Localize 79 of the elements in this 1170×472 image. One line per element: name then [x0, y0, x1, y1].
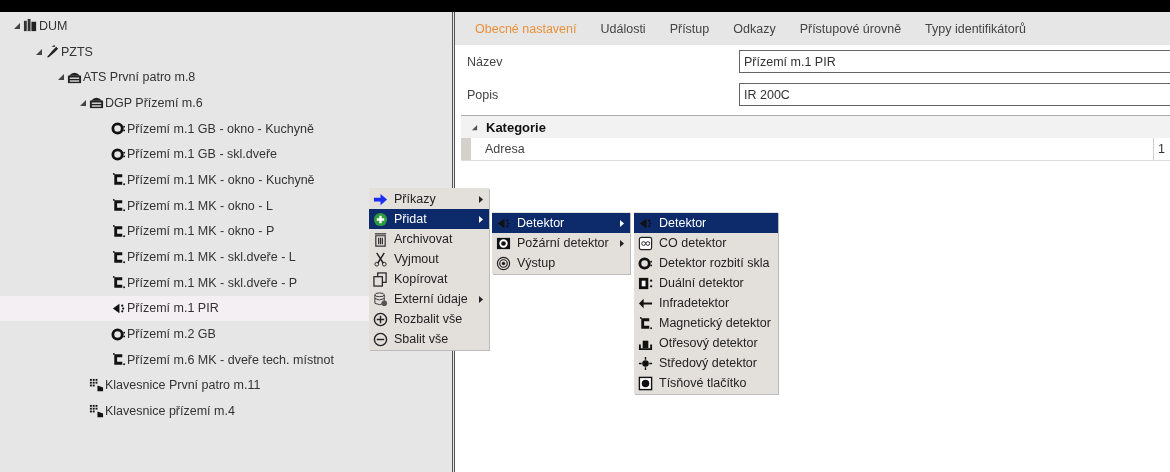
expand-triangle-icon[interactable] [13, 21, 21, 30]
keypad-icon [89, 403, 104, 419]
building-icon [23, 18, 38, 34]
glass-break-icon [111, 146, 126, 162]
dual-detector-icon [638, 275, 653, 291]
plug-icon [45, 44, 60, 60]
field-label: Popis [466, 87, 500, 102]
copy-icon [373, 271, 388, 287]
panic-button-icon [638, 375, 653, 391]
glass-break-icon [111, 121, 126, 137]
menu-item[interactable]: Duální detektor [634, 273, 778, 293]
magnet-icon [111, 249, 126, 265]
tab[interactable]: Události [600, 21, 646, 36]
tree-item[interactable]: DGP Přízemí m.6 [0, 90, 452, 116]
menu-item[interactable]: Požární detektor [492, 233, 630, 253]
menu-item[interactable]: Výstup [492, 253, 630, 273]
scissors-icon [373, 251, 388, 267]
glass-break-icon [638, 255, 653, 271]
tab[interactable]: Typy identifikátorů [925, 21, 1026, 36]
menu-item[interactable]: Přidat [369, 209, 489, 229]
property-value: 1 [1153, 138, 1170, 160]
magnet-icon [638, 315, 653, 331]
submenu-arrow-icon [478, 195, 483, 203]
panel-icon [89, 95, 104, 111]
menu-item[interactable]: Detektor [492, 213, 630, 233]
menu-item[interactable]: Otřesový detektor [634, 333, 778, 353]
field-label: Název [466, 54, 504, 69]
expand-triangle-icon[interactable] [57, 73, 65, 82]
menu-item[interactable]: Detektor [634, 213, 778, 233]
tree-item[interactable]: Klavesnice přízemí m.4 [0, 398, 452, 424]
magnet-icon [111, 275, 126, 291]
tree-item[interactable]: Přízemí m.1 GB - okno - Kuchyně [0, 115, 452, 142]
tab[interactable]: Přístupové úrovně [799, 21, 902, 36]
submenu-arrow-icon [619, 239, 624, 247]
tree-item[interactable]: DUM [0, 13, 452, 39]
plus-icon [373, 211, 388, 227]
ring-detector-icon [496, 235, 511, 251]
menu-item[interactable]: Detektor rozbití skla [634, 253, 778, 273]
submenu-arrow-icon [478, 295, 483, 303]
property-label: Adresa [484, 142, 526, 156]
category-header[interactable]: Kategorie [461, 116, 1170, 138]
target-icon [496, 255, 511, 271]
plus-circle-icon [373, 311, 388, 327]
trash-icon [373, 231, 388, 247]
menu-item[interactable]: Magnetický detektor [634, 313, 778, 333]
center-detector-icon [638, 355, 653, 371]
menu-item[interactable]: Archivovat [369, 229, 489, 249]
submenu-arrow-icon [478, 215, 483, 223]
co-sensor-icon [638, 235, 653, 251]
tab[interactable]: Přístup [669, 21, 710, 36]
menu-item[interactable]: Sbalit vše [369, 329, 489, 349]
magnet-icon [111, 198, 126, 214]
tree-item[interactable]: Klavesnice První patro m.11 [0, 372, 452, 399]
category-title: Kategorie [486, 119, 546, 135]
menu-item[interactable]: Středový detektor [634, 353, 778, 373]
tab[interactable]: Odkazy [733, 21, 776, 36]
tree-item[interactable]: ATS První patro m.8 [0, 64, 452, 91]
text-field[interactable]: Přízemí m.1 PIR [739, 50, 1170, 73]
expand-triangle-icon[interactable] [79, 98, 87, 107]
expand-triangle-icon[interactable] [35, 47, 43, 56]
row-header [461, 138, 471, 160]
database-icon [373, 291, 388, 307]
menu-item[interactable]: CO detektor [634, 233, 778, 253]
keypad-icon [89, 377, 104, 393]
magnet-icon [111, 223, 126, 239]
expand-triangle-icon[interactable] [471, 123, 478, 131]
tree-item[interactable]: Přízemí m.6 MK - dveře tech. místnot [0, 346, 452, 373]
minus-circle-icon [373, 331, 388, 347]
menu-item[interactable]: Kopírovat [369, 269, 489, 289]
magnet-icon [111, 352, 126, 368]
tree-item[interactable]: PZTS [0, 38, 452, 65]
text-field[interactable]: IR 200C [739, 83, 1170, 106]
menu-item[interactable]: Tísňové tlačítko [634, 373, 778, 393]
submenu-arrow-icon [619, 219, 624, 227]
menu-item[interactable]: Vyjmout [369, 249, 489, 269]
glass-break-icon [111, 326, 126, 342]
magnet-icon [111, 172, 126, 188]
menu-item[interactable]: Infradetektor [634, 293, 778, 313]
tree-item[interactable]: Přízemí m.1 GB - skl.dveře [0, 141, 452, 168]
